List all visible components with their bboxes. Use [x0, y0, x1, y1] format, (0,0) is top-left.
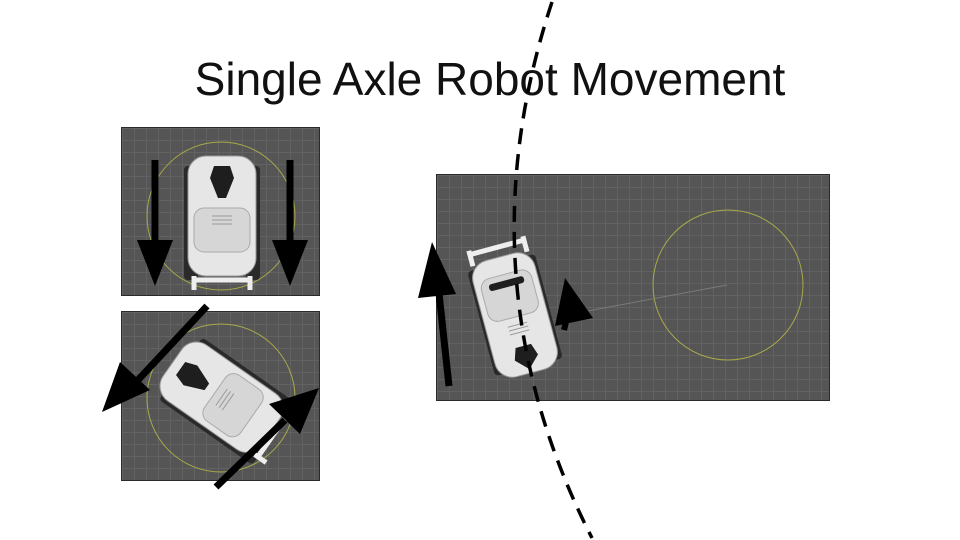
- straight-drive-panel: [121, 127, 320, 296]
- turn-in-place-panel: [121, 311, 320, 481]
- slide-title: Single Axle Robot Movement: [194, 53, 786, 105]
- guide-circle: [652, 209, 804, 361]
- arc-turn-panel: [436, 174, 830, 401]
- robot-image: [184, 155, 260, 290]
- robot-image: [159, 338, 300, 465]
- robot-image: [466, 235, 562, 378]
- heading-line: [576, 284, 728, 314]
